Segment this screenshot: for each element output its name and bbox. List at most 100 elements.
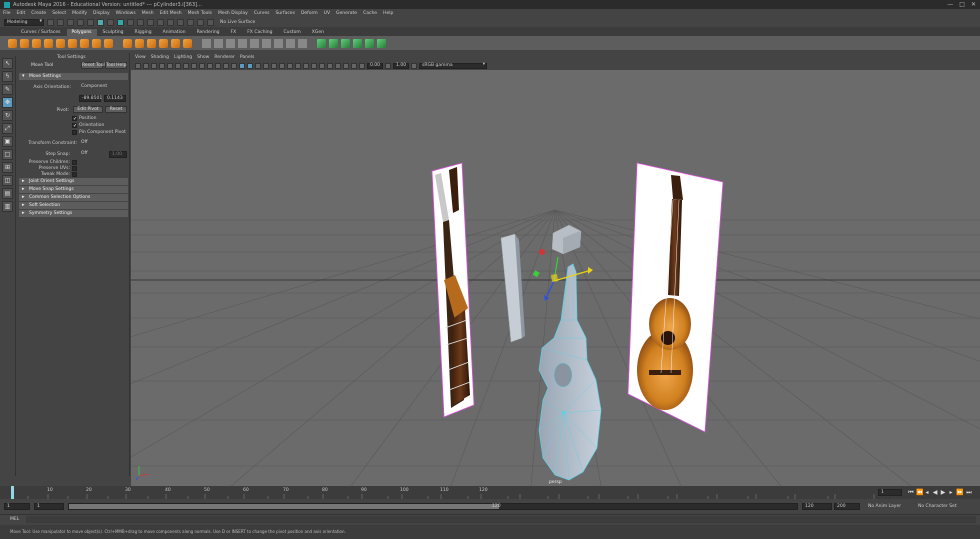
select-by-object-icon[interactable] [107,18,114,26]
uv-mask-icon[interactable] [157,18,164,26]
edge-mask-icon[interactable] [137,18,144,26]
step-snap-dropdown[interactable]: Off [79,151,107,158]
poly-cube-icon[interactable] [20,38,29,48]
menu-generate[interactable]: Generate [336,11,357,16]
select-tool-icon[interactable]: ↖ [2,58,13,69]
select-by-component-icon[interactable] [117,18,124,26]
resolution-gate-icon[interactable] [199,62,205,69]
transform-constraint-dropdown[interactable]: Off [79,140,109,147]
xray-components-icon[interactable] [351,62,357,69]
mirror-icon[interactable] [171,38,180,48]
character-set-selector[interactable]: No Character Set [918,504,957,509]
axis-orientation-dropdown[interactable]: Component [79,84,127,91]
spherical-uv-icon[interactable] [341,38,350,48]
xray-icon[interactable] [335,62,341,69]
film-gate-icon[interactable] [191,62,197,69]
orientation-checkbox[interactable]: ✓ [72,123,77,129]
super-shape-icon[interactable] [104,38,113,48]
graph-layout-icon[interactable]: ▥ [2,201,13,212]
lasso-tool-icon[interactable]: ϟ [2,71,13,82]
tab-fx[interactable]: FX [225,29,242,36]
new-scene-icon[interactable] [47,18,54,26]
command-input[interactable] [26,516,976,523]
reduce-icon[interactable] [183,38,192,48]
boolean-icon[interactable] [159,38,168,48]
tab-fx-caching[interactable]: FX Caching [242,29,278,36]
undo-icon[interactable] [77,18,84,26]
cylindrical-uv-icon[interactable] [329,38,338,48]
go-to-start-icon[interactable]: ⏮ [908,490,914,496]
menu-cache[interactable]: Cache [363,11,377,16]
tab-polygons[interactable]: Polygons [66,29,97,36]
playback-end-field[interactable]: 120 [802,503,832,510]
go-to-end-icon[interactable]: ⏭ [966,490,972,496]
edit-pivot-button[interactable]: Edit Pivot [73,106,103,113]
playback-start-field[interactable]: 1 [34,503,64,510]
symmetry-settings-section[interactable]: Symmetry Settings [19,210,128,217]
connect-icon[interactable] [286,38,295,48]
wireframe-on-shaded-icon[interactable] [263,62,269,69]
use-default-material-icon[interactable] [255,62,261,69]
scene-canvas[interactable] [131,70,980,486]
common-selection-options-section[interactable]: Common Selection Options [19,194,128,201]
step-snap-field[interactable]: 1.00 [109,151,127,158]
step-back-icon[interactable]: ⏪ [916,490,923,496]
preserve-uvs-checkbox[interactable] [72,166,77,171]
viewport-menu-shading[interactable]: Shading [151,55,169,60]
tab-rendering[interactable]: Rendering [191,29,225,36]
axis-coord-2-field[interactable]: 0.1143 [104,95,126,102]
reset-tool-button[interactable]: Reset Tool [81,62,105,69]
range-track[interactable]: 120 [68,503,798,510]
two-pane-icon[interactable]: ◫ [2,175,13,186]
isolate-select-icon[interactable] [327,62,333,69]
snap-live-icon[interactable] [207,18,214,26]
unfold-uv-icon[interactable] [377,38,386,48]
pin-pivot-checkbox[interactable] [72,130,77,135]
tab-rigging[interactable]: Rigging [129,29,157,36]
neck-plane-mesh[interactable] [500,233,525,343]
automatic-uv-icon[interactable] [353,38,362,48]
target-weld-icon[interactable] [274,38,283,48]
viewport-menu-view[interactable]: View [135,55,146,60]
grease-pencil-icon[interactable] [175,62,181,69]
step-forward-icon[interactable]: ⏩ [956,490,963,496]
screen-space-ao-icon[interactable] [295,62,301,69]
separate-icon[interactable] [135,38,144,48]
preserve-children-checkbox[interactable] [72,160,77,165]
scale-tool-icon[interactable]: ⤢ [2,123,13,134]
guitar-mesh[interactable] [538,263,602,481]
menu-select[interactable]: Select [52,11,66,16]
bookmark-icon[interactable] [151,62,157,69]
menu-create[interactable]: Create [31,11,46,16]
camera-attributes-icon[interactable] [143,62,149,69]
xray-joints-icon[interactable] [343,62,349,69]
tab-curves-surfaces[interactable]: Curves / Surfaces [16,29,66,36]
time-slider[interactable]: 1 10 20 30 40 50 60 70 80 90 100 110 120… [0,486,980,499]
save-scene-icon[interactable] [67,18,74,26]
tweak-mode-checkbox[interactable] [72,172,77,177]
open-scene-icon[interactable] [57,18,64,26]
motion-blur-icon[interactable] [303,62,309,69]
joint-orient-settings-section[interactable]: Joint Orient Settings [19,178,128,185]
select-by-hierarchy-icon[interactable] [97,18,104,26]
poly-disc-icon[interactable] [80,38,89,48]
shadows-icon[interactable] [287,62,293,69]
planar-uv-icon[interactable] [317,38,326,48]
poly-cone-icon[interactable] [44,38,53,48]
reset-pivot-button[interactable]: Reset [105,106,127,113]
smooth-icon[interactable] [147,38,156,48]
anim-layer-selector[interactable]: No Anim Layer [868,504,901,509]
axis-coord-1-field[interactable]: -89.8501 [79,95,102,102]
persp-viewport[interactable]: persp [131,70,980,486]
menu-edit-mesh[interactable]: Edit Mesh [160,11,182,16]
anti-aliasing-icon[interactable] [311,62,317,69]
menu-edit[interactable]: Edit [17,11,26,16]
close-button[interactable]: ✕ [971,1,976,8]
field-chart-icon[interactable] [215,62,221,69]
menu-help[interactable]: Help [383,11,393,16]
multi-cut-icon[interactable] [262,38,271,48]
menu-uv[interactable]: UV [324,11,330,16]
grid-toggle-icon[interactable] [183,62,189,69]
smooth-shade-icon[interactable] [247,62,253,69]
use-all-lights-icon[interactable] [279,62,285,69]
